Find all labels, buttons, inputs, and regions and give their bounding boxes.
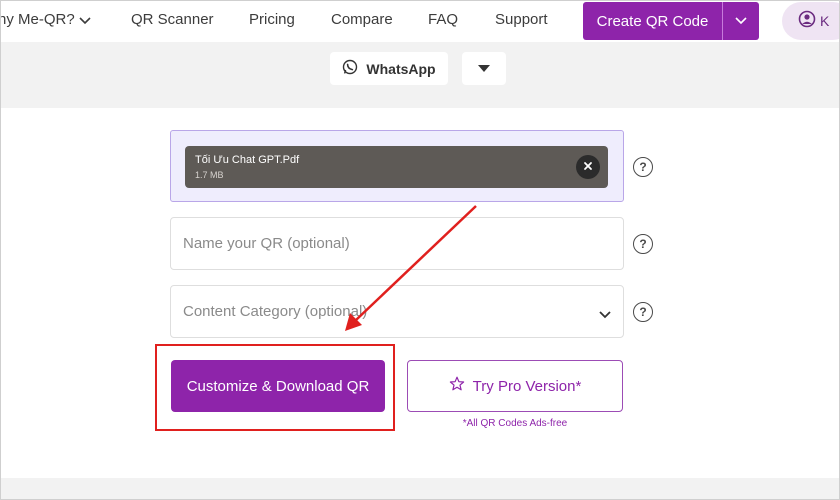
whatsapp-label: WhatsApp (366, 60, 436, 77)
create-qr-code-label[interactable]: Create QR Code (583, 2, 722, 40)
help-icon-name[interactable]: ? (633, 234, 653, 254)
nav-qr-scanner[interactable]: QR Scanner (131, 11, 214, 28)
qr-name-field[interactable] (170, 217, 624, 270)
caret-down-icon (478, 60, 490, 78)
content-category-placeholder: Content Category (optional) (183, 303, 368, 320)
nav-compare[interactable]: Compare (331, 11, 393, 28)
uploaded-file-chip: Tối Ưu Chat GPT.Pdf 1.7 MB (185, 146, 608, 188)
chevron-down-icon (79, 12, 91, 29)
nav-why-me-qr[interactable]: hy Me-QR? (0, 11, 91, 29)
top-navigation: hy Me-QR? QR Scanner Pricing Compare FAQ… (0, 0, 840, 42)
content-category-select[interactable]: Content Category (optional) (170, 285, 624, 338)
help-icon-upload[interactable]: ? (633, 157, 653, 177)
whatsapp-icon (342, 59, 358, 78)
file-name: Tối Ưu Chat GPT.Pdf (195, 154, 300, 166)
account-initial: K (820, 13, 830, 29)
whatsapp-type-button[interactable]: WhatsApp (330, 52, 448, 85)
close-icon (583, 158, 593, 176)
user-circle-icon (798, 10, 816, 33)
try-pro-button[interactable]: Try Pro Version* (407, 360, 623, 412)
try-pro-label: Try Pro Version* (472, 377, 582, 395)
ads-free-note: *All QR Codes Ads-free (462, 418, 568, 429)
remove-file-button[interactable] (576, 155, 600, 179)
nav-pricing[interactable]: Pricing (249, 11, 295, 28)
more-types-dropdown[interactable] (462, 52, 506, 85)
qr-name-input[interactable] (171, 218, 623, 269)
file-size: 1.7 MB (195, 170, 224, 180)
nav-why-label: hy Me-QR? (0, 11, 75, 28)
nav-support[interactable]: Support (495, 11, 548, 28)
account-menu[interactable]: K (782, 2, 840, 40)
help-icon-category[interactable]: ? (633, 302, 653, 322)
create-options-dropdown[interactable] (723, 2, 759, 40)
customize-download-button[interactable]: Customize & Download QR (171, 360, 385, 412)
star-outline-icon (449, 376, 465, 396)
chevron-down-icon (735, 12, 747, 30)
chevron-down-icon (599, 306, 611, 324)
create-qr-code-button[interactable]: Create QR Code (583, 2, 759, 40)
nav-faq[interactable]: FAQ (428, 11, 458, 28)
